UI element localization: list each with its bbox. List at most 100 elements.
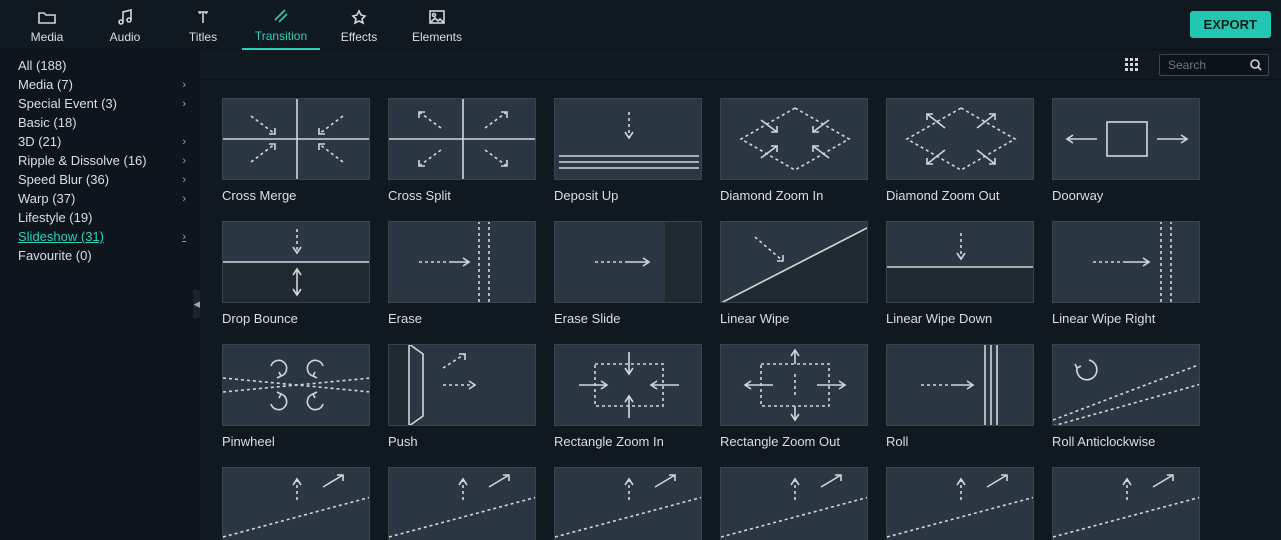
nav-label: Transition	[255, 29, 307, 43]
transition-thumbnail[interactable]	[886, 467, 1034, 540]
sidebar-item[interactable]: 3D (21)›	[0, 132, 200, 151]
chevron-right-icon: ›	[182, 193, 186, 205]
sidebar-item-label: Slideshow (31)	[18, 229, 104, 244]
chevron-right-icon: ›	[182, 155, 186, 167]
nav-label: Audio	[110, 30, 141, 44]
sidebar-item-label: Speed Blur (36)	[18, 172, 109, 187]
export-button[interactable]: EXPORT	[1190, 11, 1271, 38]
transition-item: Push	[388, 344, 536, 449]
chevron-right-icon: ›	[182, 136, 186, 148]
transition-item: Diamond Zoom In	[720, 98, 868, 203]
chevron-right-icon: ›	[182, 174, 186, 186]
nav-audio[interactable]: Audio	[86, 0, 164, 50]
transition-thumbnail[interactable]	[1052, 344, 1200, 426]
transition-caption: Rectangle Zoom In	[554, 434, 702, 449]
grid-view-toggle[interactable]	[1121, 54, 1143, 76]
transition-thumbnail[interactable]	[222, 467, 370, 540]
sidebar-item[interactable]: Lifestyle (19)	[0, 208, 200, 227]
transition-item	[554, 467, 702, 540]
transition-item: Linear Wipe Down	[886, 221, 1034, 326]
nav-label: Elements	[412, 30, 462, 44]
transition-item: Rectangle Zoom Out	[720, 344, 868, 449]
transition-item	[1052, 467, 1200, 540]
sidebar-item[interactable]: Special Event (3)›	[0, 94, 200, 113]
transition-thumbnail[interactable]	[222, 221, 370, 303]
transition-thumbnail[interactable]	[554, 344, 702, 426]
transition-caption: Roll Anticlockwise	[1052, 434, 1200, 449]
search-icon[interactable]	[1250, 59, 1262, 71]
nav-transition[interactable]: Transition	[242, 0, 320, 50]
transition-item: Drop Bounce	[222, 221, 370, 326]
transition-thumbnail[interactable]	[720, 98, 868, 180]
transition-thumbnail[interactable]	[720, 221, 868, 303]
text-icon	[195, 8, 211, 26]
transition-thumbnail[interactable]	[886, 98, 1034, 180]
transition-thumbnail[interactable]	[1052, 221, 1200, 303]
chevron-right-icon: ›	[182, 231, 186, 243]
sidebar-item[interactable]: Warp (37)›	[0, 189, 200, 208]
sidebar-item[interactable]: Slideshow (31) ›	[0, 227, 200, 246]
folder-icon	[38, 8, 56, 26]
transition-thumbnail[interactable]	[720, 344, 868, 426]
transition-thumbnail[interactable]	[554, 467, 702, 540]
transition-caption: Linear Wipe	[720, 311, 868, 326]
sidebar-collapse-handle[interactable]: ◀	[193, 290, 200, 318]
sidebar-item-label: Special Event (3)	[18, 96, 117, 111]
transition-caption: Cross Split	[388, 188, 536, 203]
transition-caption: Linear Wipe Down	[886, 311, 1034, 326]
transition-item: Deposit Up	[554, 98, 702, 203]
transition-item: Erase	[388, 221, 536, 326]
transition-caption: Drop Bounce	[222, 311, 370, 326]
image-icon	[429, 8, 445, 26]
transition-item: Cross Merge	[222, 98, 370, 203]
transition-caption: Cross Merge	[222, 188, 370, 203]
sidebar-item-label: Favourite (0)	[18, 248, 92, 263]
transition-caption: Erase	[388, 311, 536, 326]
transition-thumbnail[interactable]	[388, 344, 536, 426]
sidebar-item[interactable]: Ripple & Dissolve (16) ›	[0, 151, 200, 170]
transition-thumbnail[interactable]	[886, 344, 1034, 426]
sidebar-item-label: Ripple & Dissolve (16)	[18, 153, 147, 168]
transition-caption: Pinwheel	[222, 434, 370, 449]
sidebar-item[interactable]: Favourite (0)	[0, 246, 200, 265]
transition-thumbnail[interactable]	[222, 344, 370, 426]
transition-thumbnail[interactable]	[222, 98, 370, 180]
transition-grid-container: Cross Merge Cross Split Deposit Up Diamond …	[200, 80, 1281, 540]
transition-caption: Diamond Zoom In	[720, 188, 868, 203]
transition-thumbnail[interactable]	[1052, 98, 1200, 180]
transition-thumbnail[interactable]	[388, 98, 536, 180]
transition-caption: Erase Slide	[554, 311, 702, 326]
content-toolbar	[200, 50, 1281, 80]
sidebar-item[interactable]: Media (7)›	[0, 75, 200, 94]
nav-effects[interactable]: Effects	[320, 0, 398, 50]
transition-thumbnail[interactable]	[388, 467, 536, 540]
transition-item	[886, 467, 1034, 540]
transition-thumbnail[interactable]	[554, 221, 702, 303]
sidebar-item[interactable]: All (188)	[0, 56, 200, 75]
transition-item	[222, 467, 370, 540]
sidebar-item[interactable]: Basic (18)	[0, 113, 200, 132]
transition-caption: Rectangle Zoom Out	[720, 434, 868, 449]
transition-icon	[273, 7, 289, 25]
nav-elements[interactable]: Elements	[398, 0, 476, 50]
transition-thumbnail[interactable]	[720, 467, 868, 540]
transition-thumbnail[interactable]	[388, 221, 536, 303]
transition-item	[720, 467, 868, 540]
transition-thumbnail[interactable]	[1052, 467, 1200, 540]
transition-caption: Deposit Up	[554, 188, 702, 203]
transition-item: Cross Split	[388, 98, 536, 203]
sidebar-item[interactable]: Speed Blur (36) ›	[0, 170, 200, 189]
transition-item: Rectangle Zoom In	[554, 344, 702, 449]
music-icon	[117, 8, 133, 26]
transition-thumbnail[interactable]	[886, 221, 1034, 303]
transition-item: Roll	[886, 344, 1034, 449]
nav-media[interactable]: Media	[8, 0, 86, 50]
nav-titles[interactable]: Titles	[164, 0, 242, 50]
search-input[interactable]	[1166, 57, 1246, 73]
transition-item: Erase Slide	[554, 221, 702, 326]
transition-caption: Roll	[886, 434, 1034, 449]
top-nav: Media Audio Titles Transition Effects El…	[0, 0, 1281, 50]
chevron-right-icon: ›	[182, 79, 186, 91]
search-box[interactable]	[1159, 54, 1269, 76]
transition-thumbnail[interactable]	[554, 98, 702, 180]
